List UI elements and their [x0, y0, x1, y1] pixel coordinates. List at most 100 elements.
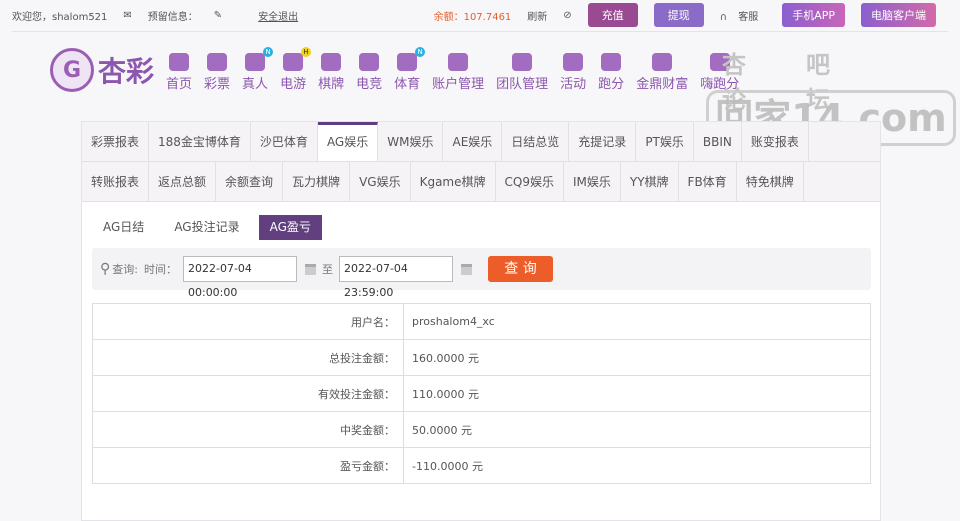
nav-item[interactable]: 账户管理 [432, 53, 484, 92]
nav-item[interactable]: 电竞 [356, 53, 382, 92]
nav-label: 活动 [560, 77, 587, 92]
tab[interactable]: 账变报表 [742, 122, 809, 161]
time-label: 时间： [143, 263, 177, 276]
row-label: 总投注金额： [92, 339, 404, 376]
nav-icon [169, 53, 190, 71]
nav-label: 真人 [242, 77, 269, 92]
summary-table: 用户名： proshalom4_xc 总投注金额： 160.0000 元有效投注金额：… [92, 303, 871, 484]
row-value: 50.0000 元 [403, 411, 871, 448]
logo-mark: G [50, 48, 94, 92]
calendar-icon[interactable] [304, 263, 316, 275]
nav-label: 金鼎财富 [636, 77, 689, 92]
badge-n: N [415, 47, 426, 57]
query-button[interactable]: 查 询 [487, 256, 553, 282]
nav-item[interactable]: N 真人 [242, 47, 274, 92]
nav-item[interactable]: N 体育 [394, 47, 426, 92]
tab[interactable]: 返点总额 [149, 162, 217, 201]
withdraw-button[interactable]: 提现 [653, 3, 704, 27]
logout-link[interactable]: 安全退出 [258, 8, 298, 23]
row-label: 有效投注金额： [92, 375, 404, 412]
search-bar: ⚲ 查询: 时间： 2022-07-04 00:00:00 至 2022-07-… [92, 248, 871, 299]
query-label: 查询: [112, 263, 138, 276]
table-row: 用户名： proshalom4_xc [92, 303, 871, 340]
tab[interactable]: FB体育 [679, 162, 737, 201]
tab[interactable]: Kgame棋牌 [411, 162, 496, 201]
tab[interactable]: AG娱乐 [317, 122, 379, 161]
end-time-input[interactable]: 2022-07-04 23:59:00 [338, 256, 453, 299]
sub-tab[interactable]: AG日结 [92, 215, 155, 240]
refresh-link[interactable]: 刷新 [527, 8, 547, 23]
to-label: 至 [321, 263, 333, 276]
main-nav: G 杏彩 首页 彩票 N 真人 H 电游 棋牌 电竞 N 体育 账户管理 团队管理 活动 跑分 金鼎财富 嗨跑… [50, 47, 745, 92]
row-value: 110.0000 元 [403, 375, 871, 412]
nav-item[interactable]: 金鼎财富 [636, 53, 688, 92]
search-icon: ⚲ [100, 261, 111, 277]
tab[interactable]: PT娱乐 [636, 122, 694, 161]
nav-label: 体育 [394, 77, 421, 92]
service-label: 客服 [738, 11, 759, 23]
tab[interactable]: 日结总览 [502, 122, 570, 161]
logo[interactable]: G 杏彩 [50, 48, 154, 92]
sub-tab[interactable]: AG盈亏 [258, 215, 322, 240]
tab[interactable]: 沙巴体育 [251, 122, 318, 161]
pc-client-button[interactable]: 电脑客户端 [861, 3, 936, 27]
nav-item[interactable]: 团队管理 [496, 53, 548, 92]
nav-item[interactable]: 跑分 [598, 53, 624, 92]
nav-label: 棋牌 [318, 77, 345, 92]
tab[interactable]: 充提记录 [569, 122, 637, 161]
badge-h: H [301, 47, 312, 57]
row-label: 盈亏金额： [92, 447, 404, 484]
table-row: 中奖金额： 50.0000 元 [92, 411, 871, 448]
edit-icon[interactable]: ✎ [214, 10, 222, 21]
nav-icon [601, 53, 622, 71]
nav-label: 首页 [166, 77, 193, 92]
tab[interactable]: CQ9娱乐 [496, 162, 564, 201]
nav-icon [448, 53, 469, 71]
tab[interactable]: 瓦力棋牌 [283, 162, 351, 201]
nav-icon [207, 53, 228, 71]
tabs-row-1: 彩票报表 188金宝博体育 沙巴体育 AG娱乐 WM娱乐 AE娱乐 日结总览 充提记录 PT娱乐… [82, 122, 880, 162]
row-label: 用户名： [92, 303, 404, 340]
sub-tab[interactable]: AG投注记录 [163, 215, 250, 240]
nav-label: 彩票 [204, 77, 231, 92]
top-bar: 欢迎您，shalom521 ✉ 预留信息： ✎ 安全退出 余额：107.7461… [12, 0, 948, 32]
tab[interactable]: VG娱乐 [350, 162, 411, 201]
sub-tabs: AG日结 AG投注记录 AG盈亏 [92, 215, 322, 240]
nav-icon: N [397, 47, 426, 71]
tab[interactable]: AE娱乐 [443, 122, 503, 161]
tab[interactable]: IM娱乐 [564, 162, 621, 201]
tab[interactable]: 188金宝博体育 [149, 122, 251, 161]
nav-item[interactable]: 彩票 [204, 53, 230, 92]
nav-icon [512, 53, 533, 71]
reserved-info-label: 预留信息： [147, 12, 198, 23]
welcome-text: 欢迎您，shalom521 [12, 12, 108, 23]
nav-item[interactable]: H 电游 [280, 47, 312, 92]
start-time-input[interactable]: 2022-07-04 00:00:00 [182, 256, 297, 299]
row-label: 中奖金额： [92, 411, 404, 448]
tab[interactable]: WM娱乐 [378, 122, 444, 161]
nav-item[interactable]: 棋牌 [318, 53, 344, 92]
calendar-icon[interactable] [460, 263, 472, 275]
tab[interactable]: 特免棋牌 [737, 162, 804, 201]
tab[interactable]: 彩票报表 [82, 122, 150, 161]
tab[interactable]: YY棋牌 [621, 162, 679, 201]
tab[interactable]: 余额查询 [216, 162, 284, 201]
badge-n: N [263, 47, 274, 57]
tab[interactable]: 转账报表 [82, 162, 150, 201]
logo-text: 杏彩 [98, 55, 155, 88]
nav-icon: N [245, 47, 274, 71]
nav-label: 团队管理 [496, 77, 549, 92]
mobile-app-button[interactable]: 手机APP [782, 3, 845, 27]
nav-item[interactable]: 首页 [166, 53, 192, 92]
eye-hide-icon[interactable]: ⊘ [563, 10, 571, 21]
nav-icon [563, 53, 584, 71]
mail-icon[interactable]: ✉ [123, 10, 131, 21]
table-row: 盈亏金额： -110.0000 元 [92, 447, 871, 484]
row-value: 160.0000 元 [403, 339, 871, 376]
recharge-button[interactable]: 充值 [587, 3, 638, 27]
tab[interactable]: BBIN [694, 122, 742, 161]
service-link[interactable]: ∩ 客服 [720, 8, 767, 23]
headset-icon: ∩ [719, 11, 728, 23]
nav-item[interactable]: 活动 [560, 53, 586, 92]
nav-icon [321, 53, 342, 71]
